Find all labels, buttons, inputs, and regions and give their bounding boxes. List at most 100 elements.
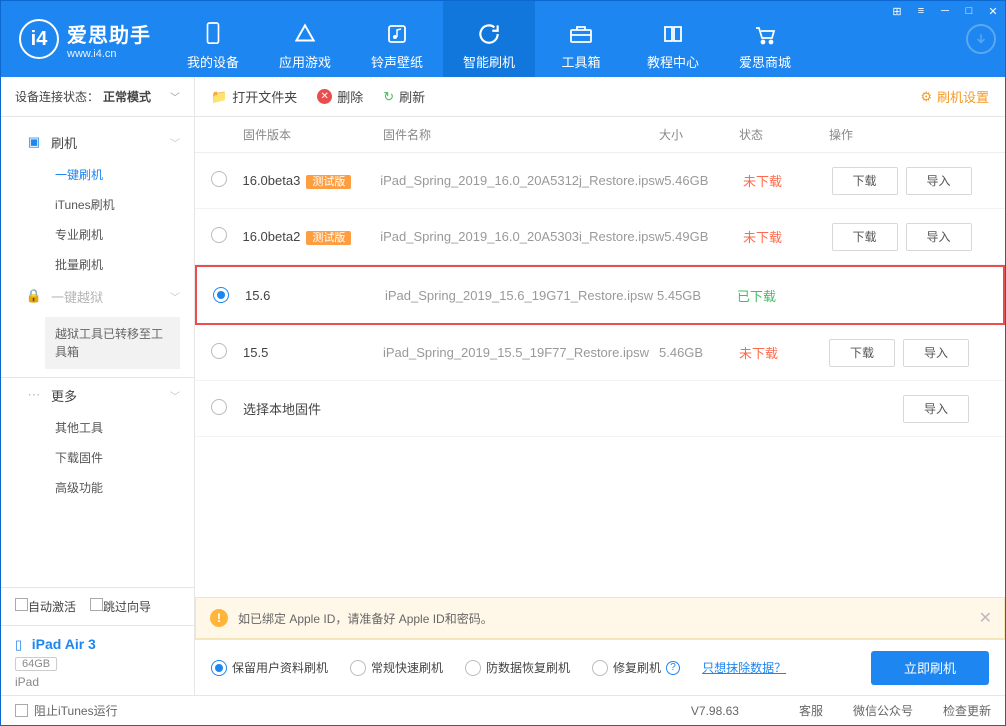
- firmware-row-0[interactable]: 16.0beta3测试版iPad_Spring_2019_16.0_20A531…: [195, 153, 1005, 209]
- sidebar-sub-flash-0[interactable]: 一键刷机: [1, 159, 194, 189]
- col-version: 固件版本: [243, 126, 383, 143]
- wechat-link[interactable]: 微信公众号: [853, 702, 913, 719]
- open-folder-button[interactable]: 📁 打开文件夹: [211, 87, 297, 106]
- firmware-row-3[interactable]: 15.5iPad_Spring_2019_15.5_19F77_Restore.…: [195, 325, 1005, 381]
- import-button[interactable]: 导入: [906, 167, 972, 195]
- app-title: 爱思助手: [67, 19, 151, 48]
- fw-name: iPad_Spring_2019_16.0_20A5312j_Restore.i…: [380, 173, 664, 188]
- delete-button[interactable]: ✕ 删除: [317, 87, 363, 106]
- col-ops: 操作: [829, 126, 989, 143]
- nav-tab-2[interactable]: 铃声壁纸: [351, 1, 443, 77]
- option-anti-recovery[interactable]: 防数据恢复刷机: [465, 659, 570, 676]
- sidebar-sub-flash-2[interactable]: 专业刷机: [1, 219, 194, 249]
- radio[interactable]: [211, 171, 227, 187]
- info-icon[interactable]: ?: [666, 661, 680, 675]
- device-storage: 64GB: [15, 657, 57, 671]
- toolbox-icon: [568, 20, 594, 48]
- import-button[interactable]: 导入: [903, 339, 969, 367]
- firmware-row-4[interactable]: 选择本地固件 导入: [195, 381, 1005, 437]
- auto-activate-checkbox[interactable]: 自动激活: [15, 598, 76, 615]
- radio[interactable]: [211, 399, 227, 415]
- customer-service-link[interactable]: 客服: [799, 702, 823, 719]
- col-status: 状态: [739, 126, 829, 143]
- sidebar-item-flash[interactable]: ▣ 刷机 ﹀: [1, 125, 194, 159]
- fw-status: 已下载: [737, 286, 827, 305]
- download-button[interactable]: 下载: [832, 167, 898, 195]
- erase-only-link[interactable]: 只想抹除数据？: [702, 659, 786, 676]
- tablet-icon: ▯: [15, 637, 22, 652]
- option-keep-data[interactable]: 保留用户资料刷机: [211, 659, 328, 676]
- download-button[interactable]: 下载: [829, 339, 895, 367]
- firmware-row-2[interactable]: 15.6iPad_Spring_2019_15.6_19G71_Restore.…: [195, 265, 1005, 325]
- delete-icon: ✕: [317, 89, 332, 104]
- sidebar-sub-flash-3[interactable]: 批量刷机: [1, 249, 194, 279]
- fw-ops: 下载导入: [832, 223, 989, 251]
- gear-icon: ⚙: [920, 89, 932, 105]
- block-itunes-checkbox[interactable]: 阻止iTunes运行: [15, 702, 118, 719]
- more-icon: ⋯: [25, 387, 43, 403]
- logo: i4 爱思助手 www.i4.cn: [1, 1, 167, 77]
- skip-guide-checkbox[interactable]: 跳过向导: [90, 598, 151, 615]
- nav-tab-1[interactable]: 应用游戏: [259, 1, 351, 77]
- check-update-link[interactable]: 检查更新: [943, 702, 991, 719]
- fw-version: 15.6: [245, 288, 385, 303]
- nav-tab-5[interactable]: 教程中心: [627, 1, 719, 77]
- fw-name: iPad_Spring_2019_15.5_19F77_Restore.ipsw: [383, 345, 659, 360]
- fw-version: 16.0beta3测试版: [242, 173, 380, 189]
- fw-status: 未下载: [743, 227, 832, 246]
- fw-ops: 下载导入: [832, 167, 989, 195]
- sidebar-sub-more-0[interactable]: 其他工具: [1, 412, 194, 442]
- refresh-button[interactable]: ↻ 刷新: [383, 87, 425, 106]
- flash-settings-button[interactable]: ⚙ 刷机设置: [920, 87, 989, 106]
- lock-icon: 🔒: [25, 288, 43, 304]
- sidebar-item-more[interactable]: ⋯ 更多 ﹀: [1, 378, 194, 412]
- import-button[interactable]: 导入: [903, 395, 969, 423]
- radio[interactable]: [211, 227, 227, 243]
- sidebar-sub-more-2[interactable]: 高级功能: [1, 472, 194, 502]
- flash-now-button[interactable]: 立即刷机: [871, 651, 989, 685]
- import-button[interactable]: 导入: [906, 223, 972, 251]
- refresh-icon: ↻: [383, 89, 394, 105]
- fw-name: iPad_Spring_2019_15.6_19G71_Restore.ipsw: [385, 288, 657, 303]
- minimize-icon[interactable]: ─: [933, 1, 957, 21]
- fw-size: 5.46GB: [664, 173, 743, 188]
- warning-icon: !: [210, 609, 228, 627]
- footer: 阻止iTunes运行 V7.98.63 客服 微信公众号 检查更新: [1, 695, 1005, 725]
- flash-icon: ▣: [25, 134, 43, 150]
- fw-version: 选择本地固件: [243, 399, 383, 418]
- download-button[interactable]: 下载: [832, 223, 898, 251]
- sidebar: 设备连接状态： 正常模式 ﹀ ▣ 刷机 ﹀ 一键刷机iTunes刷机专业刷机批量…: [1, 77, 195, 695]
- col-size: 大小: [659, 126, 739, 143]
- nav-tab-0[interactable]: 我的设备: [167, 1, 259, 77]
- grid-icon[interactable]: ⊞: [885, 1, 909, 21]
- app-header: ⊞ ≡ ─ □ ✕ i4 爱思助手 www.i4.cn 我的设备应用游戏铃声壁纸…: [1, 1, 1005, 77]
- nav-tab-4[interactable]: 工具箱: [535, 1, 627, 77]
- close-icon[interactable]: ✕: [979, 608, 992, 628]
- fw-size: 5.49GB: [664, 229, 743, 244]
- radio[interactable]: [213, 287, 229, 303]
- status-value: 正常模式: [103, 88, 151, 105]
- table-header: 固件版本 固件名称 大小 状态 操作: [195, 117, 1005, 153]
- firmware-row-1[interactable]: 16.0beta2测试版iPad_Spring_2019_16.0_20A530…: [195, 209, 1005, 265]
- device-info[interactable]: ▯ iPad Air 3 64GB iPad: [1, 625, 194, 695]
- option-repair[interactable]: 修复刷机?: [592, 659, 680, 676]
- music-icon: [385, 20, 409, 48]
- close-icon[interactable]: ✕: [981, 1, 1005, 21]
- radio[interactable]: [211, 343, 227, 359]
- appleid-notice: ! 如已绑定 Apple ID，请准备好 Apple ID和密码。 ✕: [195, 597, 1005, 639]
- book-icon: [661, 20, 685, 48]
- firmware-list: 16.0beta3测试版iPad_Spring_2019_16.0_20A531…: [195, 153, 1005, 597]
- option-normal[interactable]: 常规快速刷机: [350, 659, 443, 676]
- sidebar-sub-flash-1[interactable]: iTunes刷机: [1, 189, 194, 219]
- sidebar-item-jailbreak[interactable]: 🔒 一键越狱 ﹀: [1, 279, 194, 313]
- content: 📁 打开文件夹 ✕ 删除 ↻ 刷新 ⚙ 刷机设置 固件版本 固件名称 大小 状态…: [195, 77, 1005, 695]
- menu-icon[interactable]: ≡: [909, 1, 933, 21]
- nav-tab-6[interactable]: 爱思商城: [719, 1, 811, 77]
- nav-tab-3[interactable]: 智能刷机: [443, 1, 535, 77]
- logo-icon: i4: [19, 19, 59, 59]
- connection-status[interactable]: 设备连接状态： 正常模式 ﹀: [1, 77, 194, 117]
- sidebar-sub-more-1[interactable]: 下载固件: [1, 442, 194, 472]
- status-label: 设备连接状态：: [15, 88, 99, 105]
- notice-text: 如已绑定 Apple ID，请准备好 Apple ID和密码。: [238, 610, 493, 627]
- maximize-icon[interactable]: □: [957, 1, 981, 21]
